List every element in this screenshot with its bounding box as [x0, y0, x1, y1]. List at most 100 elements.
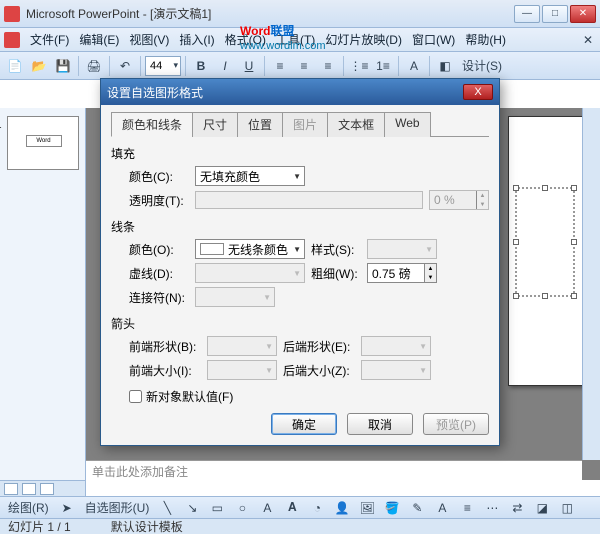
save-button[interactable]: 💾 [52, 55, 74, 77]
window-title: Microsoft PowerPoint - [演示文稿1] [26, 5, 514, 22]
outline-pane[interactable]: Word [0, 108, 86, 480]
weight-label: 粗细(W): [311, 265, 361, 282]
draw-menu[interactable]: 绘图(R) [4, 499, 53, 516]
diagram-tool[interactable]: ◔ [306, 497, 328, 519]
fill-color-label: 颜色(C): [129, 168, 189, 185]
tab-position[interactable]: 位置 [237, 112, 283, 137]
dash-style-tool[interactable]: ⋯ [481, 497, 503, 519]
italic-button[interactable]: I [214, 55, 236, 77]
font-grow-button[interactable]: A [403, 55, 425, 77]
arrow-style-tool[interactable]: ⇄ [506, 497, 528, 519]
dialog-tabs: 颜色和线条 尺寸 位置 图片 文本框 Web [111, 111, 489, 137]
wordart-tool[interactable]: 𝐀 [281, 497, 303, 519]
line-color-tool[interactable]: ✎ [406, 497, 428, 519]
end-style-combo[interactable] [361, 336, 431, 356]
design-button[interactable]: 设计(S) [458, 57, 506, 74]
3d-tool[interactable]: ◫ [556, 497, 578, 519]
menu-insert[interactable]: 插入(I) [179, 31, 214, 48]
line-color-combo[interactable]: 无线条颜色 [195, 239, 305, 259]
numbering-button[interactable]: 1≡ [372, 55, 394, 77]
dialog-titlebar[interactable]: 设置自选图形格式 X [101, 79, 499, 105]
oval-tool[interactable]: ○ [231, 497, 253, 519]
dialog-title: 设置自选图形格式 [107, 84, 203, 101]
font-color-tool[interactable]: A [431, 497, 453, 519]
select-tool[interactable]: ➤ [56, 497, 78, 519]
transparency-label: 透明度(T): [129, 192, 189, 209]
textbox-tool[interactable]: A [256, 497, 278, 519]
cancel-button[interactable]: 取消 [347, 413, 413, 435]
sorter-view-button[interactable] [22, 483, 36, 495]
dash-combo[interactable] [195, 263, 305, 283]
doc-close-button[interactable]: ✕ [580, 33, 596, 47]
fill-section-label: 填充 [111, 145, 489, 162]
new-button[interactable]: 📄 [4, 55, 26, 77]
menu-help[interactable]: 帮助(H) [465, 31, 506, 48]
close-button[interactable]: ✕ [570, 5, 596, 23]
vertical-scrollbar[interactable] [582, 108, 600, 460]
clipart-tool[interactable]: 👤 [331, 497, 353, 519]
app-icon [4, 6, 20, 22]
begin-size-combo[interactable] [207, 360, 277, 380]
menu-edit[interactable]: 编辑(E) [79, 31, 119, 48]
underline-button[interactable]: U [238, 55, 260, 77]
align-right-button[interactable]: ≡ [317, 55, 339, 77]
line-style-combo[interactable] [367, 239, 437, 259]
begin-style-label: 前端形状(B): [129, 338, 201, 355]
menu-format[interactable]: 格式(O) [225, 31, 266, 48]
open-button[interactable]: 📂 [28, 55, 50, 77]
standard-toolbar: 📄 📂 💾 🖨 ↶ 44 B I U ≡ ≡ ≡ ⋮≡ 1≡ A ◧ 设计(S) [0, 52, 600, 80]
begin-style-combo[interactable] [207, 336, 277, 356]
menu-window[interactable]: 窗口(W) [412, 31, 455, 48]
bullets-button[interactable]: ⋮≡ [348, 55, 370, 77]
picture-tool[interactable]: 🖼 [356, 497, 378, 519]
tab-picture[interactable]: 图片 [282, 112, 328, 137]
slide-thumbnail-1[interactable]: Word [7, 116, 79, 170]
tab-textbox[interactable]: 文本框 [327, 112, 385, 137]
autoshape-menu[interactable]: 自选图形(U) [81, 499, 154, 516]
status-slide: 幻灯片 1 / 1 [8, 518, 71, 535]
tab-size[interactable]: 尺寸 [192, 112, 238, 137]
menu-view[interactable]: 视图(V) [129, 31, 169, 48]
normal-view-button[interactable] [4, 483, 18, 495]
end-size-combo[interactable] [361, 360, 431, 380]
minimize-button[interactable]: — [514, 5, 540, 23]
rect-tool[interactable]: ▭ [206, 497, 228, 519]
undo-button[interactable]: ↶ [114, 55, 136, 77]
line-style-label: 样式(S): [311, 241, 361, 258]
notes-pane[interactable]: 单击此处添加备注 [86, 460, 582, 480]
slideshow-view-button[interactable] [40, 483, 54, 495]
connector-combo[interactable] [195, 287, 275, 307]
line-section-label: 线条 [111, 218, 489, 235]
end-size-label: 后端大小(Z): [283, 362, 355, 379]
shadow-tool[interactable]: ◪ [531, 497, 553, 519]
menu-tools[interactable]: 工具(T) [276, 31, 315, 48]
fill-color-tool[interactable]: 🪣 [381, 497, 403, 519]
line-style-tool[interactable]: ≡ [456, 497, 478, 519]
bold-button[interactable]: B [190, 55, 212, 77]
arrow-section-label: 箭头 [111, 315, 489, 332]
align-left-button[interactable]: ≡ [269, 55, 291, 77]
weight-spinner[interactable]: 0.75 磅▲▼ [367, 263, 437, 283]
print-button[interactable]: 🖨 [83, 55, 105, 77]
zoom-combo[interactable]: 44 [145, 56, 181, 76]
ok-button[interactable]: 确定 [271, 413, 337, 435]
maximize-button[interactable]: □ [542, 5, 568, 23]
transparency-slider[interactable] [195, 191, 423, 209]
fill-color-combo[interactable]: 无填充颜色 [195, 166, 305, 186]
selected-shape[interactable] [515, 187, 575, 297]
menu-file[interactable]: 文件(F) [30, 31, 69, 48]
drawing-toolbar: 绘图(R) ➤ 自选图形(U) ╲ ↘ ▭ ○ A 𝐀 ◔ 👤 🖼 🪣 ✎ A … [0, 496, 600, 518]
menu-slideshow[interactable]: 幻灯片放映(D) [325, 31, 402, 48]
transparency-spinner[interactable]: 0 %▲▼ [429, 190, 489, 210]
tab-web[interactable]: Web [384, 112, 430, 137]
tab-color-lines[interactable]: 颜色和线条 [111, 112, 193, 137]
preview-button[interactable]: 预览(P) [423, 413, 489, 435]
default-checkbox[interactable] [129, 390, 142, 403]
align-center-button[interactable]: ≡ [293, 55, 315, 77]
thumb-content: Word [26, 135, 62, 147]
arrow-tool[interactable]: ↘ [181, 497, 203, 519]
dialog-close-button[interactable]: X [463, 84, 493, 100]
line-tool[interactable]: ╲ [156, 497, 178, 519]
begin-size-label: 前端大小(I): [129, 362, 201, 379]
design-icon[interactable]: ◧ [434, 55, 456, 77]
